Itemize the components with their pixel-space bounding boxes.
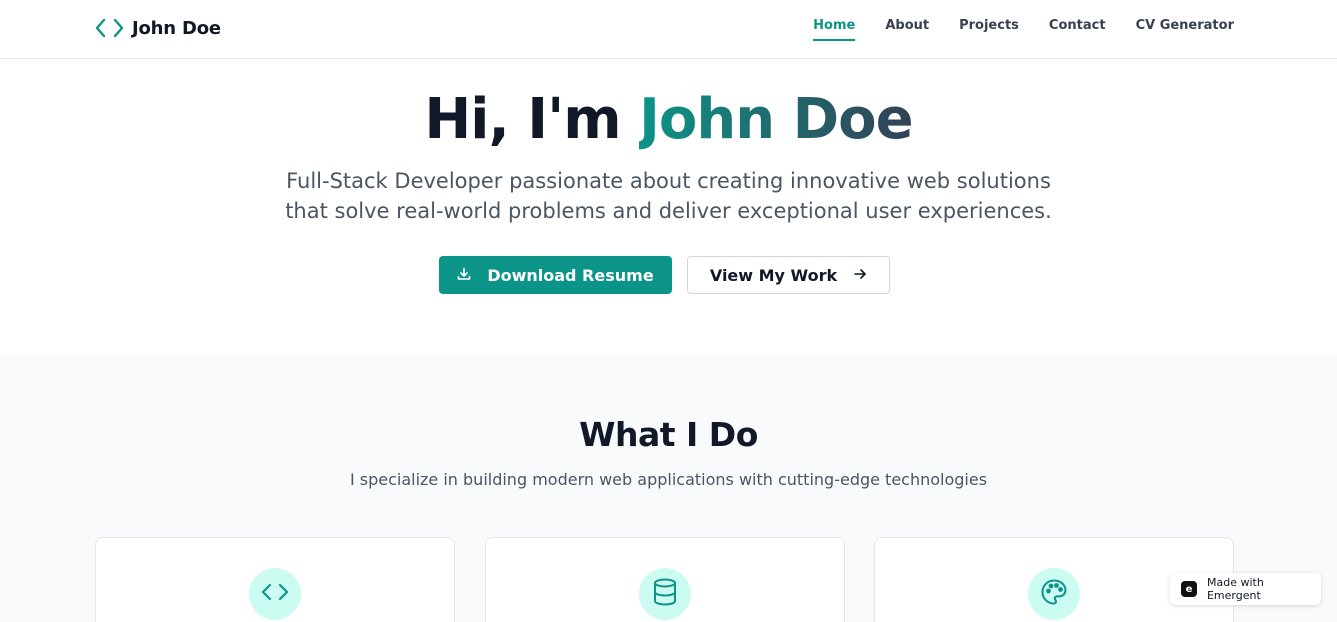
hero-subtitle: Full-Stack Developer passionate about cr… xyxy=(0,166,1337,226)
services-title: What I Do xyxy=(579,415,758,454)
services-subtitle: I specialize in building modern web appl… xyxy=(349,470,988,489)
nav-link-contact[interactable]: Contact xyxy=(1049,18,1106,41)
hero-name: John Doe xyxy=(639,87,913,152)
database-icon xyxy=(652,577,678,611)
view-my-work-label: View My Work xyxy=(709,265,838,285)
services-section: What I Do I specialize in building moder… xyxy=(0,353,1337,622)
arrow-right-icon xyxy=(837,266,867,285)
service-icon-wrapper xyxy=(249,568,301,620)
nav-link-about[interactable]: About xyxy=(885,18,929,41)
emergent-logo-icon: e xyxy=(1181,581,1197,597)
palette-icon xyxy=(1040,578,1068,610)
view-my-work-button[interactable]: View My Work xyxy=(687,256,890,294)
nav-link-cv-generator[interactable]: CV Generator xyxy=(1136,18,1234,41)
hero-title: Hi, I'm John Doe xyxy=(0,87,1337,153)
made-with-emergent-badge[interactable]: e Made with Emergent xyxy=(1170,573,1321,605)
service-icon-wrapper xyxy=(639,568,691,620)
nav-links: Home About Projects Contact CV Generator xyxy=(813,18,1234,41)
service-card xyxy=(95,537,455,622)
download-resume-button[interactable]: Download Resume xyxy=(439,256,672,294)
badge-label: Made with Emergent xyxy=(1206,576,1264,602)
top-navbar: John Doe Home About Projects Contact CV … xyxy=(0,0,1337,59)
brand-name: John Doe xyxy=(132,17,221,39)
service-card xyxy=(485,537,845,622)
hero-subtitle-line-1: Full-Stack Developer passionate about cr… xyxy=(286,169,1051,193)
code-icon xyxy=(95,17,124,39)
download-icon xyxy=(457,266,487,285)
brand-logo-link[interactable]: John Doe xyxy=(95,17,221,39)
hero-section: Hi, I'm John Doe Full-Stack Developer pa… xyxy=(0,60,1337,353)
nav-link-projects[interactable]: Projects xyxy=(959,18,1019,41)
service-icon-wrapper xyxy=(1028,568,1080,620)
download-resume-label: Download Resume xyxy=(487,265,654,285)
code-icon xyxy=(260,581,290,607)
hero-greeting: Hi, I'm xyxy=(424,87,640,152)
nav-link-home[interactable]: Home xyxy=(813,18,856,41)
hero-subtitle-line-2: that solve real-world problems and deliv… xyxy=(285,199,1052,223)
